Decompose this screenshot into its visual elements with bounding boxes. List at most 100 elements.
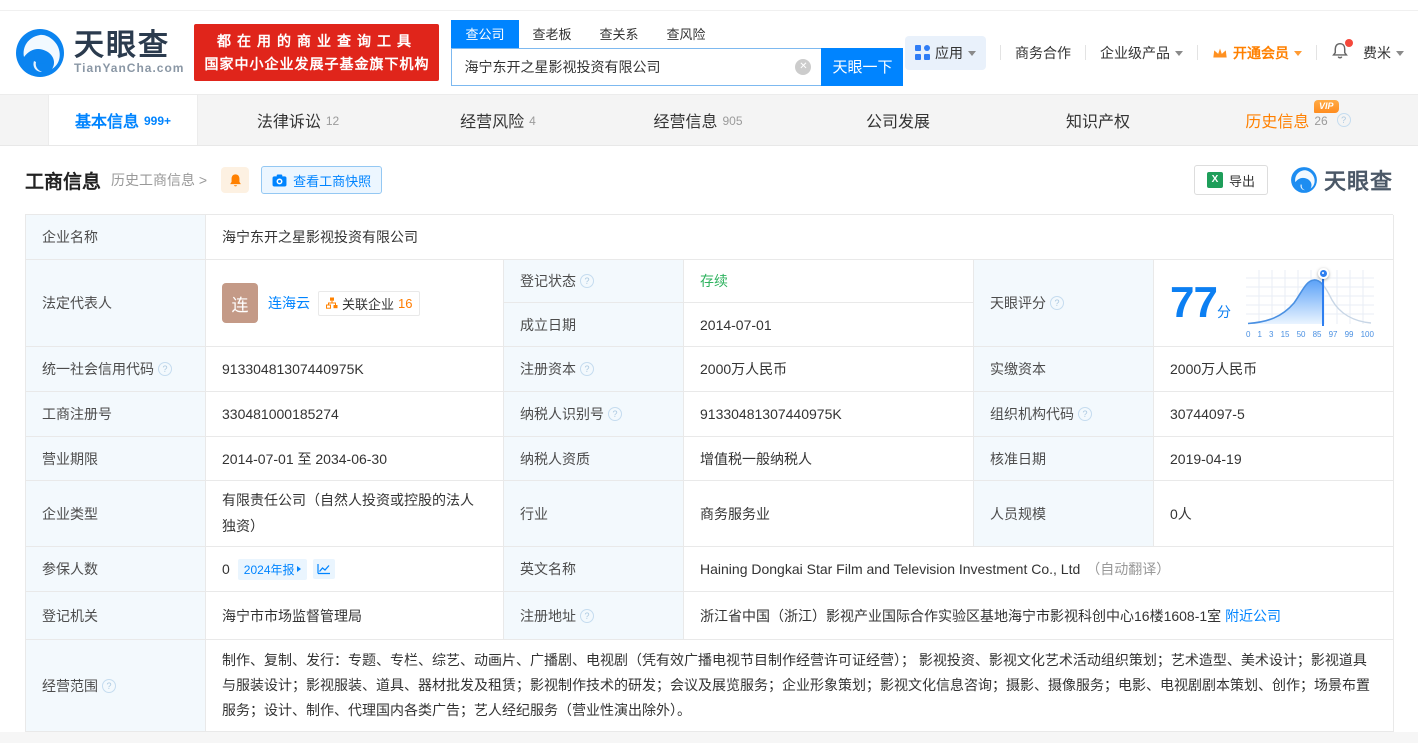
score-curve [1245, 269, 1374, 324]
search-button[interactable]: 天眼一下 [821, 47, 904, 86]
apps-menu[interactable]: 应用 [905, 35, 986, 70]
help-icon[interactable]: ? [158, 362, 172, 376]
field-value-registered-capital: 2000万人民币 [684, 347, 974, 392]
grid-icon [915, 45, 930, 60]
clear-icon[interactable]: ✕ [795, 58, 812, 75]
field-value-establish-date: 2014-07-01 [684, 303, 974, 347]
field-label-business-scope: 经营范围? [26, 640, 206, 732]
slogan-banner: 都在用的商业查询工具 国家中小企业发展子基金旗下机构 [194, 24, 440, 81]
field-label-tianyan-score: 天眼评分? [974, 260, 1154, 347]
search-box: ✕ 天眼一下 [451, 47, 904, 86]
field-label-registration-authority: 登记机关 [26, 592, 206, 640]
tab-label: 知识产权 [1065, 114, 1130, 131]
field-value-business-term: 2014-07-01 至 2034-06-30 [206, 437, 504, 481]
field-value-paid-capital: 2000万人民币 [1154, 347, 1394, 392]
tab-legal-proceedings[interactable]: 法律诉讼 12 [198, 95, 398, 145]
field-label-taxpayer-quality: 纳税人资质 [504, 437, 684, 481]
vip-badge: VIP [1314, 100, 1339, 113]
field-value-industry: 商务服务业 [684, 481, 974, 547]
site-header: 天眼查 TianYanCha.com 都在用的商业查询工具 国家中小企业发展子基… [0, 11, 1418, 94]
search-tab-risk[interactable]: 查风险 [653, 20, 720, 48]
help-icon[interactable]: ? [1078, 407, 1092, 421]
field-label-staff-size: 人员规模 [974, 481, 1154, 547]
annual-report-badge[interactable]: 2024年报 [237, 558, 307, 580]
field-value-taxpayer-quality: 增值税一般纳税人 [684, 437, 974, 481]
nearby-companies-link[interactable]: 附近公司 [1225, 606, 1281, 626]
tab-label: 经营风险 [460, 114, 525, 131]
tab-company-development[interactable]: 公司发展 [798, 95, 998, 145]
logo-title: 天眼查 [74, 28, 170, 62]
field-label-registration-status: 登记状态? [504, 260, 684, 303]
apps-label: 应用 [935, 44, 963, 61]
field-label-paid-capital: 实缴资本 [974, 347, 1154, 392]
tab-count: 4 [529, 114, 536, 128]
tab-basic-info[interactable]: 基本信息 999+ [48, 95, 198, 145]
field-value-taxpayer-id: 91330481307440975K [684, 392, 974, 437]
enterprise-menu[interactable]: 企业级产品 [1100, 43, 1183, 63]
field-value-business-scope: 制作、复制、发行：专题、专栏、综艺、动画片、广播剧、电视剧（凭有效广播电视节目制… [206, 640, 1394, 732]
tab-history-info[interactable]: VIP 历史信息 26 ? [1198, 95, 1398, 145]
search-tab-relation[interactable]: 查关系 [586, 20, 653, 48]
tab-business-info[interactable]: 经营信息 905 [598, 95, 798, 145]
org-chart-icon [326, 297, 338, 309]
help-icon[interactable]: ? [102, 678, 116, 693]
field-value-credit-code: 91330481307440975K [206, 347, 504, 392]
section-tools: X 导出 天眼查 [1193, 164, 1393, 196]
username: 费米 [1363, 44, 1391, 61]
related-companies-badge[interactable]: 关联企业 16 [318, 290, 421, 316]
field-value-company-type: 有限责任公司（自然人投资或控股的法人独资） [206, 481, 504, 547]
auto-translate-note: （自动翻译） [1086, 561, 1171, 577]
field-value-english-name: Haining Dongkai Star Film and Television… [684, 547, 1394, 592]
divider [1000, 45, 1001, 60]
camera-icon [272, 173, 287, 187]
slogan-line-1: 都在用的商业查询工具 [216, 33, 417, 49]
tianyancha-logo[interactable]: 天眼查 TianYanCha.com [14, 27, 184, 79]
search-input[interactable] [452, 58, 822, 75]
legal-rep-avatar[interactable]: 连 [222, 283, 258, 323]
tab-label: 基本信息 [74, 114, 139, 131]
watermark-text: 天眼查 [1323, 169, 1393, 194]
business-snapshot-button[interactable]: 查看工商快照 [261, 166, 383, 194]
insured-trend-chart-button[interactable] [312, 559, 335, 579]
help-icon[interactable]: ? [580, 362, 594, 376]
company-nav-tabs: 基本信息 999+ 法律诉讼 12 经营风险 4 经营信息 905 公司发展 知… [0, 94, 1418, 146]
search-area: 查公司 查老板 查关系 查风险 ✕ 天眼一下 [451, 19, 904, 86]
field-label-approval-date: 核准日期 [974, 437, 1154, 481]
search-tab-boss[interactable]: 查老板 [519, 20, 586, 48]
tab-count: 12 [325, 114, 340, 128]
field-label-company-name: 企业名称 [26, 215, 206, 260]
help-icon[interactable]: ? [580, 274, 594, 288]
tab-count: 999+ [143, 114, 172, 128]
tab-intellectual-property[interactable]: 知识产权 [998, 95, 1198, 145]
line-chart-icon [316, 564, 330, 575]
help-icon[interactable]: ? [608, 407, 622, 421]
user-menu[interactable]: 费米 [1363, 43, 1404, 63]
field-label-registered-capital: 注册资本? [504, 347, 684, 392]
export-button[interactable]: X 导出 [1193, 165, 1268, 195]
field-label-company-type: 企业类型 [26, 481, 206, 547]
field-value-legal-representative: 连 连海云 关联企业 16 [206, 260, 504, 347]
watermark-logo: 天眼查 [1290, 164, 1393, 196]
history-business-info-link[interactable]: 历史工商信息 > [111, 170, 207, 190]
help-icon[interactable]: ? [1336, 113, 1351, 127]
tab-business-risk[interactable]: 经营风险 4 [398, 95, 598, 145]
help-icon[interactable]: ? [580, 608, 594, 623]
notification-bell[interactable] [1331, 39, 1353, 63]
field-label-registered-address: 注册地址? [504, 592, 684, 640]
cooperation-menu[interactable]: 商务合作 [1015, 43, 1071, 63]
page-bottom-strip [0, 732, 1418, 743]
subscribe-bell-button[interactable] [221, 167, 250, 193]
related-count: 16 [398, 295, 413, 311]
help-icon[interactable]: ? [1050, 296, 1064, 310]
field-label-business-term: 营业期限 [26, 437, 206, 481]
field-value-approval-date: 2019-04-19 [1154, 437, 1394, 481]
divider [1316, 45, 1317, 60]
section-title: 工商信息 [25, 171, 102, 193]
tab-label: 公司发展 [865, 114, 930, 131]
legal-rep-name-link[interactable]: 连海云 [268, 293, 310, 313]
field-label-credit-code: 统一社会信用代码? [26, 347, 206, 392]
top-divider [0, 0, 1418, 11]
vip-menu[interactable]: 开通会员 [1212, 43, 1302, 63]
field-label-org-code: 组织机构代码? [974, 392, 1154, 437]
search-tab-company[interactable]: 查公司 [451, 19, 519, 48]
